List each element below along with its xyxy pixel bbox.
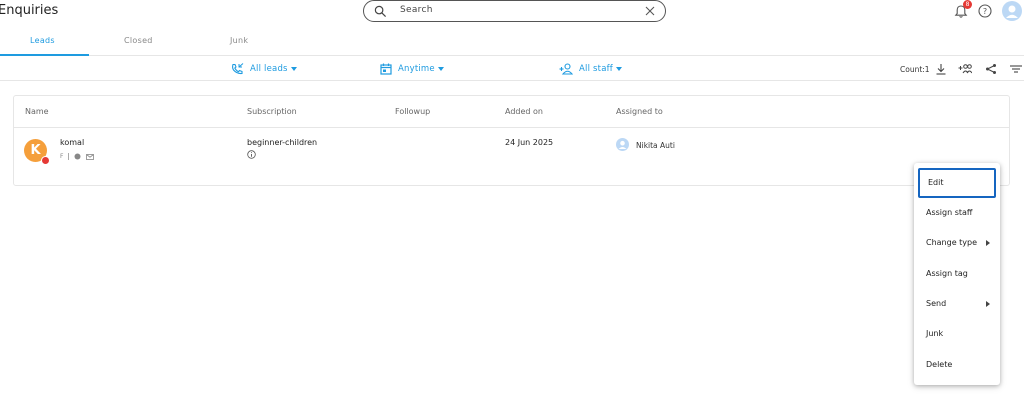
table-header: Name Subscription Followup Added on Assi… <box>14 96 1009 128</box>
menu-item-edit[interactable]: Edit <box>918 168 996 198</box>
filter-bar: All leads Anytime All staff Count:1 <box>0 57 1024 81</box>
separator <box>68 153 70 160</box>
calendar-icon <box>380 63 392 75</box>
user-avatar-icon[interactable] <box>1002 1 1022 21</box>
svg-text:?: ? <box>983 7 987 16</box>
menu-item-assign-staff[interactable]: Assign staff <box>914 198 1000 228</box>
lead-name[interactable]: komal <box>60 138 84 147</box>
add-group-icon[interactable] <box>958 63 972 75</box>
leads-filter-label: All leads <box>250 64 288 74</box>
subscription-cell: beginner-children <box>247 138 318 147</box>
active-tab-indicator <box>0 54 89 56</box>
chevron-down-icon <box>437 67 444 71</box>
chevron-right-icon <box>986 301 990 307</box>
menu-item-delete[interactable]: Delete <box>914 350 1000 380</box>
menu-item-change-type-label: Change type <box>926 238 978 247</box>
mail-icon[interactable] <box>86 153 95 160</box>
column-header-added-on: Added on <box>505 107 543 116</box>
help-icon[interactable]: ? <box>978 4 992 18</box>
close-icon[interactable] <box>644 5 656 17</box>
menu-item-send-label: Send <box>926 299 947 308</box>
add-person-icon <box>559 63 573 75</box>
whatsapp-icon[interactable] <box>74 153 81 160</box>
row-context-menu: Edit Assign staff Change type Assign tag… <box>914 163 1000 385</box>
column-header-assigned-to: Assigned to <box>616 107 663 116</box>
menu-item-change-type[interactable]: Change type <box>914 228 1000 258</box>
assignee-avatar-icon <box>616 138 629 151</box>
column-header-followup: Followup <box>395 107 431 116</box>
menu-item-assign-tag[interactable]: Assign tag <box>914 259 1000 289</box>
search-input[interactable]: Search <box>400 5 433 15</box>
tab-closed[interactable]: Closed <box>124 36 153 45</box>
chevron-down-icon <box>290 67 297 71</box>
assigned-to-cell: Nikita Auti <box>636 141 675 150</box>
time-filter-label: Anytime <box>398 64 435 74</box>
search-icon <box>374 5 387 18</box>
tab-leads[interactable]: Leads <box>30 36 55 45</box>
leads-filter-dropdown[interactable]: All leads <box>231 62 297 76</box>
tab-bar: Leads Closed Junk <box>0 32 1024 56</box>
chevron-down-icon <box>616 67 622 71</box>
menu-item-junk[interactable]: Junk <box>914 319 1000 349</box>
table-row[interactable]: K komal F beginner-children 24 Jun 2025 … <box>14 129 1009 185</box>
page-title: Enquiries <box>0 3 59 18</box>
filter-lines-icon[interactable] <box>1010 63 1022 75</box>
staff-filter-label: All staff <box>579 64 613 74</box>
chevron-right-icon <box>986 240 990 246</box>
info-icon[interactable] <box>247 150 256 159</box>
phone-icon <box>232 63 244 75</box>
time-filter-dropdown[interactable]: Anytime <box>380 62 444 76</box>
record-count: Count:1 <box>900 65 930 74</box>
column-header-subscription: Subscription <box>247 107 297 116</box>
top-bar: Enquiries Search 8 ? <box>0 0 1024 26</box>
added-on-cell: 24 Jun 2025 <box>505 138 554 147</box>
lead-meta: F <box>60 153 95 160</box>
download-icon[interactable] <box>935 63 947 75</box>
share-icon[interactable] <box>985 63 997 75</box>
notification-badge: 8 <box>963 0 972 9</box>
status-badge <box>41 156 50 165</box>
menu-item-send[interactable]: Send <box>914 289 1000 319</box>
tab-junk[interactable]: Junk <box>230 36 248 45</box>
column-header-name: Name <box>25 107 49 116</box>
search-box[interactable]: Search <box>363 0 666 22</box>
leads-table: Name Subscription Followup Added on Assi… <box>13 95 1010 186</box>
staff-filter-dropdown[interactable]: All staff <box>559 62 622 76</box>
lead-gender: F <box>60 153 64 160</box>
